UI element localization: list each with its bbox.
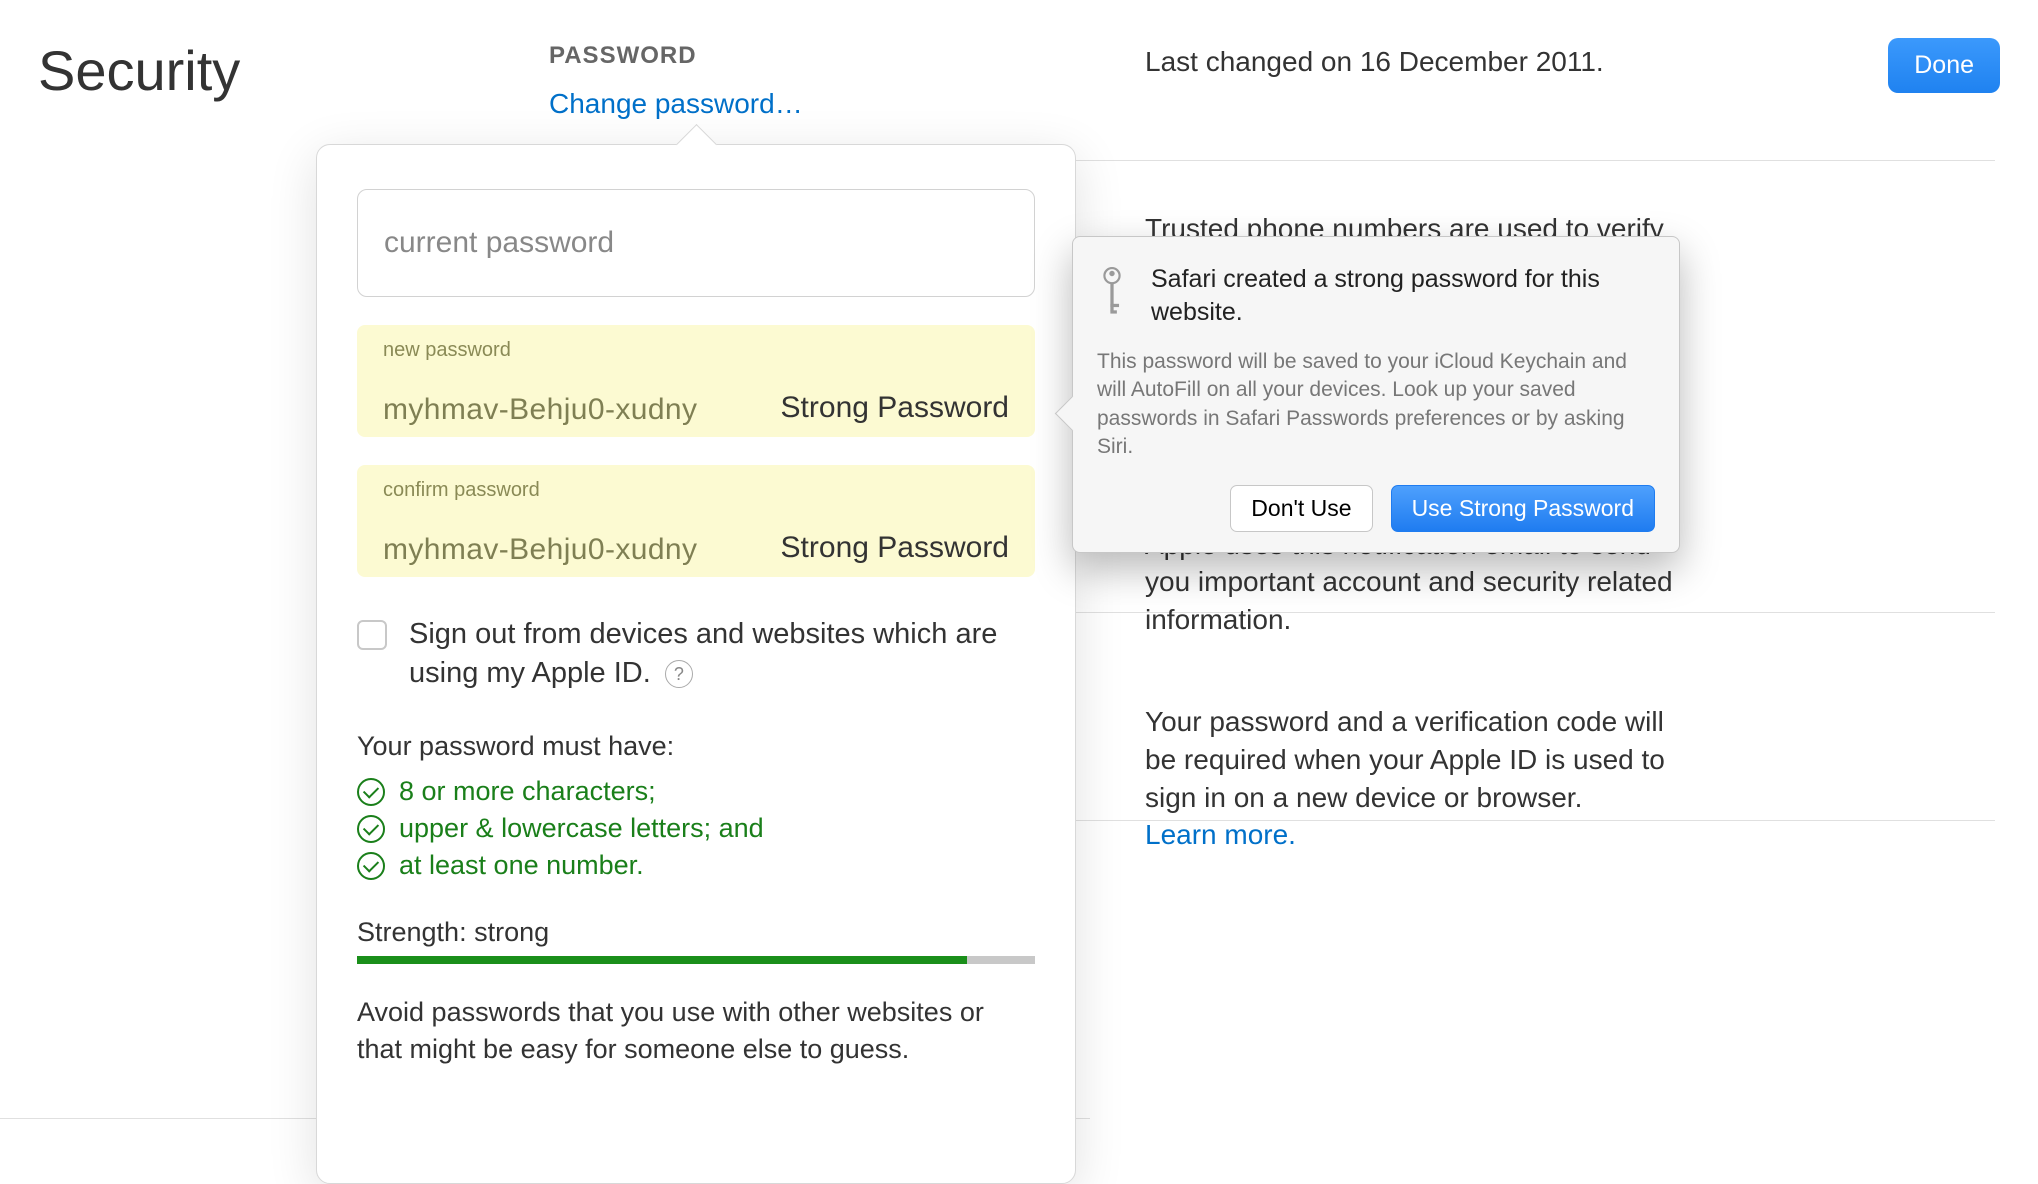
check-icon [357, 815, 385, 843]
strong-password-label: Strong Password [781, 531, 1009, 567]
current-password-field[interactable] [357, 189, 1035, 297]
new-password-label: new password [383, 339, 511, 362]
safari-strong-password-panel: Safari created a strong password for thi… [1072, 236, 1680, 553]
safari-panel-title: Safari created a strong password for thi… [1151, 263, 1655, 328]
requirement-text: 8 or more characters; [399, 776, 656, 807]
requirement-item: upper & lowercase letters; and [357, 813, 1035, 844]
use-strong-password-button[interactable]: Use Strong Password [1391, 485, 1655, 532]
check-icon [357, 778, 385, 806]
signout-checkbox[interactable] [357, 620, 387, 650]
requirement-text: upper & lowercase letters; and [399, 813, 764, 844]
divider [1075, 160, 1995, 161]
key-icon [1097, 267, 1131, 324]
requirement-item: at least one number. [357, 850, 1035, 881]
signout-label: Sign out from devices and websites which… [409, 615, 1035, 693]
current-password-input[interactable] [384, 226, 1008, 260]
new-password-field[interactable]: new password myhmav-Behju0-xudny Strong … [357, 325, 1035, 437]
change-password-popover: new password myhmav-Behju0-xudny Strong … [316, 144, 1076, 1184]
password-header: PASSWORD Change password… [549, 42, 803, 120]
help-icon[interactable]: ? [665, 660, 693, 688]
strength-bar [357, 956, 1035, 964]
signout-row: Sign out from devices and websites which… [357, 615, 1035, 693]
requirement-text: at least one number. [399, 850, 644, 881]
learn-more-link[interactable]: Learn more. [1145, 819, 1296, 850]
confirm-password-value: myhmav-Behju0-xudny [383, 533, 697, 567]
new-password-value: myhmav-Behju0-xudny [383, 393, 697, 427]
page-title: Security [38, 38, 240, 103]
strength-fill [357, 956, 967, 964]
verification-code-text: Your password and a verification code wi… [1145, 675, 1690, 890]
requirements-list: 8 or more characters; upper & lowercase … [357, 776, 1035, 881]
section-label: PASSWORD [549, 42, 803, 70]
verification-code-body: Your password and a verification code wi… [1145, 706, 1665, 813]
last-changed-text: Last changed on 16 December 2011. [1145, 46, 1604, 78]
avoid-text: Avoid passwords that you use with other … [357, 994, 1035, 1067]
dont-use-button[interactable]: Don't Use [1230, 485, 1372, 532]
confirm-password-field[interactable]: confirm password myhmav-Behju0-xudny Str… [357, 465, 1035, 577]
done-button[interactable]: Done [1888, 38, 2000, 93]
strong-password-label: Strong Password [781, 391, 1009, 427]
requirement-item: 8 or more characters; [357, 776, 1035, 807]
requirements-title: Your password must have: [357, 731, 1035, 762]
check-icon [357, 852, 385, 880]
signout-text: Sign out from devices and websites which… [409, 618, 997, 689]
confirm-password-label: confirm password [383, 479, 540, 502]
strength-label: Strength: strong [357, 917, 1035, 948]
safari-panel-body: This password will be saved to your iClo… [1097, 348, 1655, 461]
change-password-link[interactable]: Change password… [549, 88, 803, 120]
